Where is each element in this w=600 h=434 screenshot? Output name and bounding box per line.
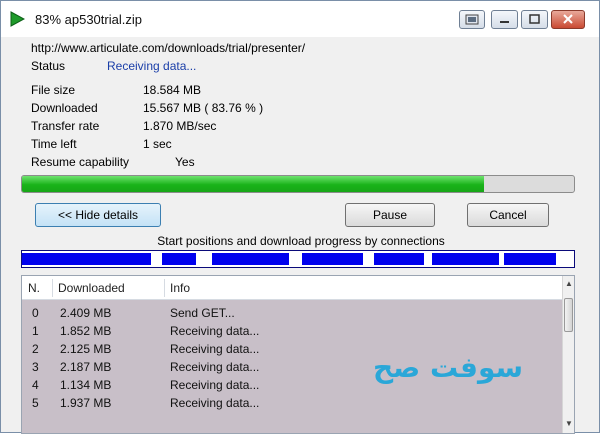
row-info: Receiving data...: [170, 378, 260, 392]
row-info: Receiving data...: [170, 396, 260, 410]
maximize-icon: [529, 14, 540, 24]
table-row[interactable]: 1 1.852 MB Receiving data...: [22, 322, 562, 341]
column-header-number[interactable]: N.: [28, 281, 40, 295]
connection-segment: [212, 253, 289, 265]
resume-capability-label: Resume capability: [31, 155, 130, 169]
connections-progress-bar: [21, 250, 575, 268]
pause-button[interactable]: Pause: [345, 203, 435, 227]
row-info: Receiving data...: [170, 342, 260, 356]
table-header: N. Downloaded Info: [22, 276, 562, 300]
table-row[interactable]: 5 1.937 MB Receiving data...: [22, 394, 562, 413]
minimize-button[interactable]: [491, 10, 518, 29]
connection-segment: [22, 253, 151, 265]
row-downloaded: 1.134 MB: [60, 378, 112, 392]
transfer-rate-value: 1.870 MB/sec: [143, 119, 217, 133]
time-left-value: 1 sec: [143, 137, 172, 151]
maximize-button[interactable]: [521, 10, 548, 29]
row-downloaded: 1.852 MB: [60, 324, 112, 338]
connection-segment: [432, 253, 499, 265]
downloaded-value: 15.567 MB ( 83.76 % ): [143, 101, 264, 115]
column-divider[interactable]: [164, 279, 165, 297]
close-icon: [563, 14, 573, 24]
row-info: Receiving data...: [170, 324, 260, 338]
row-number: 3: [32, 360, 39, 374]
tray-icon: [465, 14, 479, 25]
row-number: 1: [32, 324, 39, 338]
close-button[interactable]: [551, 10, 585, 29]
cancel-button[interactable]: Cancel: [467, 203, 549, 227]
row-number: 5: [32, 396, 39, 410]
row-info: Send GET...: [170, 306, 235, 320]
status-label: Status: [31, 59, 66, 73]
connection-segment: [503, 253, 557, 265]
connection-segment: [374, 253, 424, 265]
column-divider[interactable]: [52, 279, 53, 297]
title-bar[interactable]: 83% ap530trial.zip: [1, 1, 599, 37]
download-progress-bar: [21, 175, 575, 193]
app-play-icon: [10, 11, 25, 27]
table-row[interactable]: 0 2.409 MB Send GET...: [22, 304, 562, 323]
status-value: Receiving data...: [107, 59, 197, 73]
row-info: Receiving data...: [170, 360, 260, 374]
scroll-up-arrow-icon[interactable]: ▲: [565, 280, 573, 288]
resume-capability-value: Yes: [175, 155, 195, 169]
hide-details-button[interactable]: << Hide details: [35, 203, 161, 227]
connection-segment: [302, 253, 364, 265]
file-size-label: File size: [31, 83, 76, 97]
window-title: 83% ap530trial.zip: [35, 12, 142, 27]
column-header-info[interactable]: Info: [170, 281, 190, 295]
transfer-rate-label: Transfer rate: [31, 119, 100, 133]
row-downloaded: 2.409 MB: [60, 306, 112, 320]
row-number: 4: [32, 378, 39, 392]
download-progress-fill: [22, 176, 485, 192]
tray-button[interactable]: [459, 10, 485, 29]
downloaded-label: Downloaded: [31, 101, 98, 115]
minimize-icon: [500, 21, 509, 23]
scroll-thumb[interactable]: [564, 298, 573, 332]
download-url: http://www.articulate.com/downloads/tria…: [31, 41, 306, 55]
scroll-down-arrow-icon[interactable]: ▼: [565, 420, 573, 428]
row-downloaded: 1.937 MB: [60, 396, 112, 410]
row-number: 0: [32, 306, 39, 320]
row-downloaded: 2.187 MB: [60, 360, 112, 374]
connection-segment: [162, 253, 197, 265]
row-downloaded: 2.125 MB: [60, 342, 112, 356]
time-left-label: Time left: [31, 137, 77, 151]
connections-caption: Start positions and download progress by…: [157, 234, 445, 248]
column-header-downloaded[interactable]: Downloaded: [58, 281, 125, 295]
table-scrollbar[interactable]: ▲ ▼: [562, 276, 574, 433]
row-number: 2: [32, 342, 39, 356]
download-window: 83% ap530trial.zip http://www.articulate…: [0, 0, 600, 434]
watermark-logo: سوفت صح: [373, 351, 524, 384]
file-size-value: 18.584 MB: [143, 83, 202, 97]
